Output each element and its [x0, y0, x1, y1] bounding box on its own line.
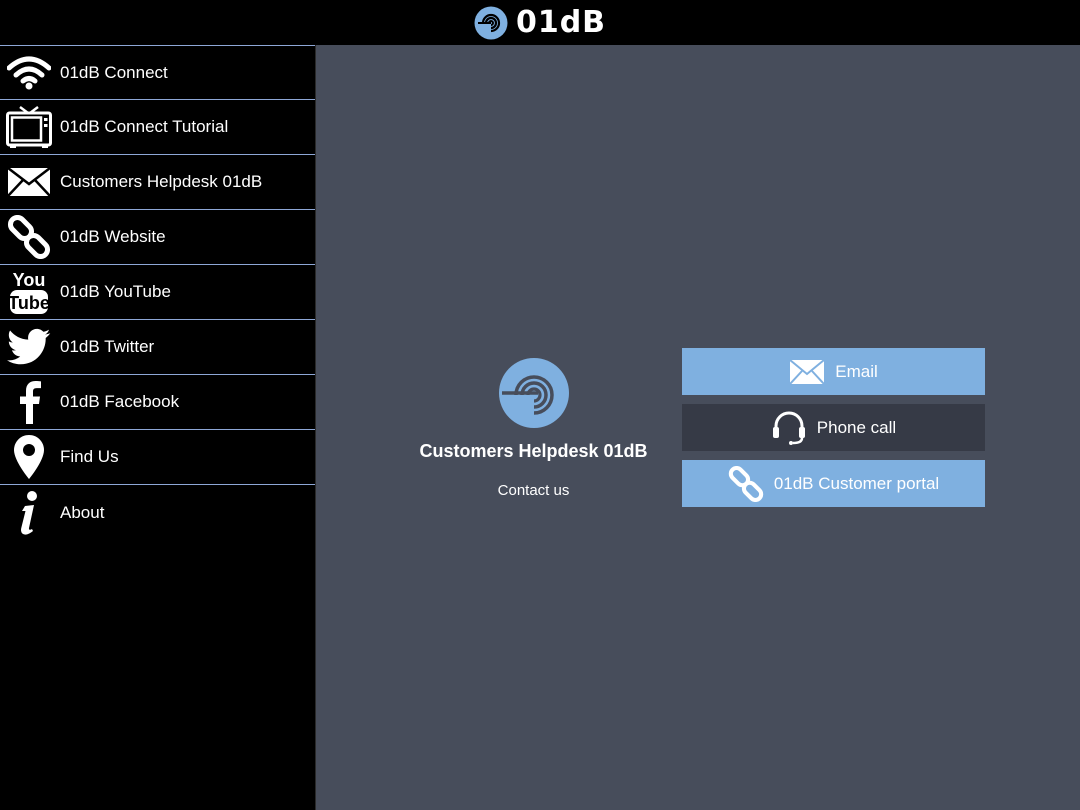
01db-logo-icon [498, 358, 569, 428]
contact-actions: Email Phone call 01dB Customer portal [682, 348, 985, 516]
header-bar: 01dB [0, 0, 1080, 45]
main-panel: Customers Helpdesk 01dB Contact us Email [316, 45, 1080, 810]
sidebar-item-01db-youtube[interactable]: You Tube 01dB YouTube [0, 265, 315, 320]
sidebar-item-about[interactable]: About [0, 485, 315, 540]
customer-portal-button[interactable]: 01dB Customer portal [682, 460, 985, 507]
page-title: Customers Helpdesk 01dB [419, 441, 648, 461]
sidebar-item-label: 01dB Connect Tutorial [60, 117, 229, 136]
facebook-icon [0, 375, 58, 430]
01db-logo-icon [474, 6, 508, 39]
youtube-icon: You Tube [0, 265, 58, 320]
headset-icon [771, 411, 807, 445]
email-button-label: Email [835, 361, 878, 381]
sidebar-item-01db-connect-tutorial[interactable]: 01dB Connect Tutorial [0, 100, 315, 155]
svg-text:Tube: Tube [9, 293, 49, 313]
link-icon [0, 210, 58, 265]
page-subtitle: Contact us [497, 482, 570, 499]
envelope-icon [0, 155, 58, 210]
sidebar-item-find-us[interactable]: Find Us [0, 430, 315, 485]
sidebar-item-01db-facebook[interactable]: 01dB Facebook [0, 375, 315, 430]
sidebar: 01dB Connect 01dB Connect Tutorial Custo… [0, 45, 316, 810]
brand-logo: 01dB [474, 5, 606, 40]
phone-call-button[interactable]: Phone call [682, 404, 985, 451]
twitter-icon [0, 320, 58, 375]
sidebar-item-customers-helpdesk[interactable]: Customers Helpdesk 01dB [0, 155, 315, 210]
sidebar-item-01db-website[interactable]: 01dB Website [0, 210, 315, 265]
envelope-icon [789, 358, 825, 385]
email-button[interactable]: Email [682, 348, 985, 395]
sidebar-item-label: 01dB Website [60, 227, 166, 246]
sidebar-item-label: 01dB Twitter [60, 337, 155, 356]
helpdesk-info: Customers Helpdesk 01dB Contact us [411, 357, 656, 499]
info-icon [0, 485, 58, 540]
location-pin-icon [0, 430, 58, 485]
sidebar-item-label: Find Us [60, 447, 119, 466]
customer-portal-button-label: 01dB Customer portal [773, 473, 940, 493]
sidebar-item-label: About [60, 502, 105, 522]
wifi-icon [0, 45, 58, 100]
brand-name: 01dB [515, 5, 607, 40]
phone-call-button-label: Phone call [816, 417, 897, 437]
svg-text:You: You [13, 270, 46, 290]
sidebar-item-label: 01dB YouTube [60, 282, 171, 301]
sidebar-item-label: 01dB Connect [60, 62, 168, 82]
sidebar-item-01db-connect[interactable]: 01dB Connect [0, 45, 315, 100]
tv-icon [0, 100, 58, 155]
sidebar-item-01db-twitter[interactable]: 01dB Twitter [0, 320, 315, 375]
sidebar-item-label: 01dB Facebook [60, 392, 180, 411]
link-icon [728, 465, 764, 502]
sidebar-item-label: Customers Helpdesk 01dB [60, 172, 263, 191]
